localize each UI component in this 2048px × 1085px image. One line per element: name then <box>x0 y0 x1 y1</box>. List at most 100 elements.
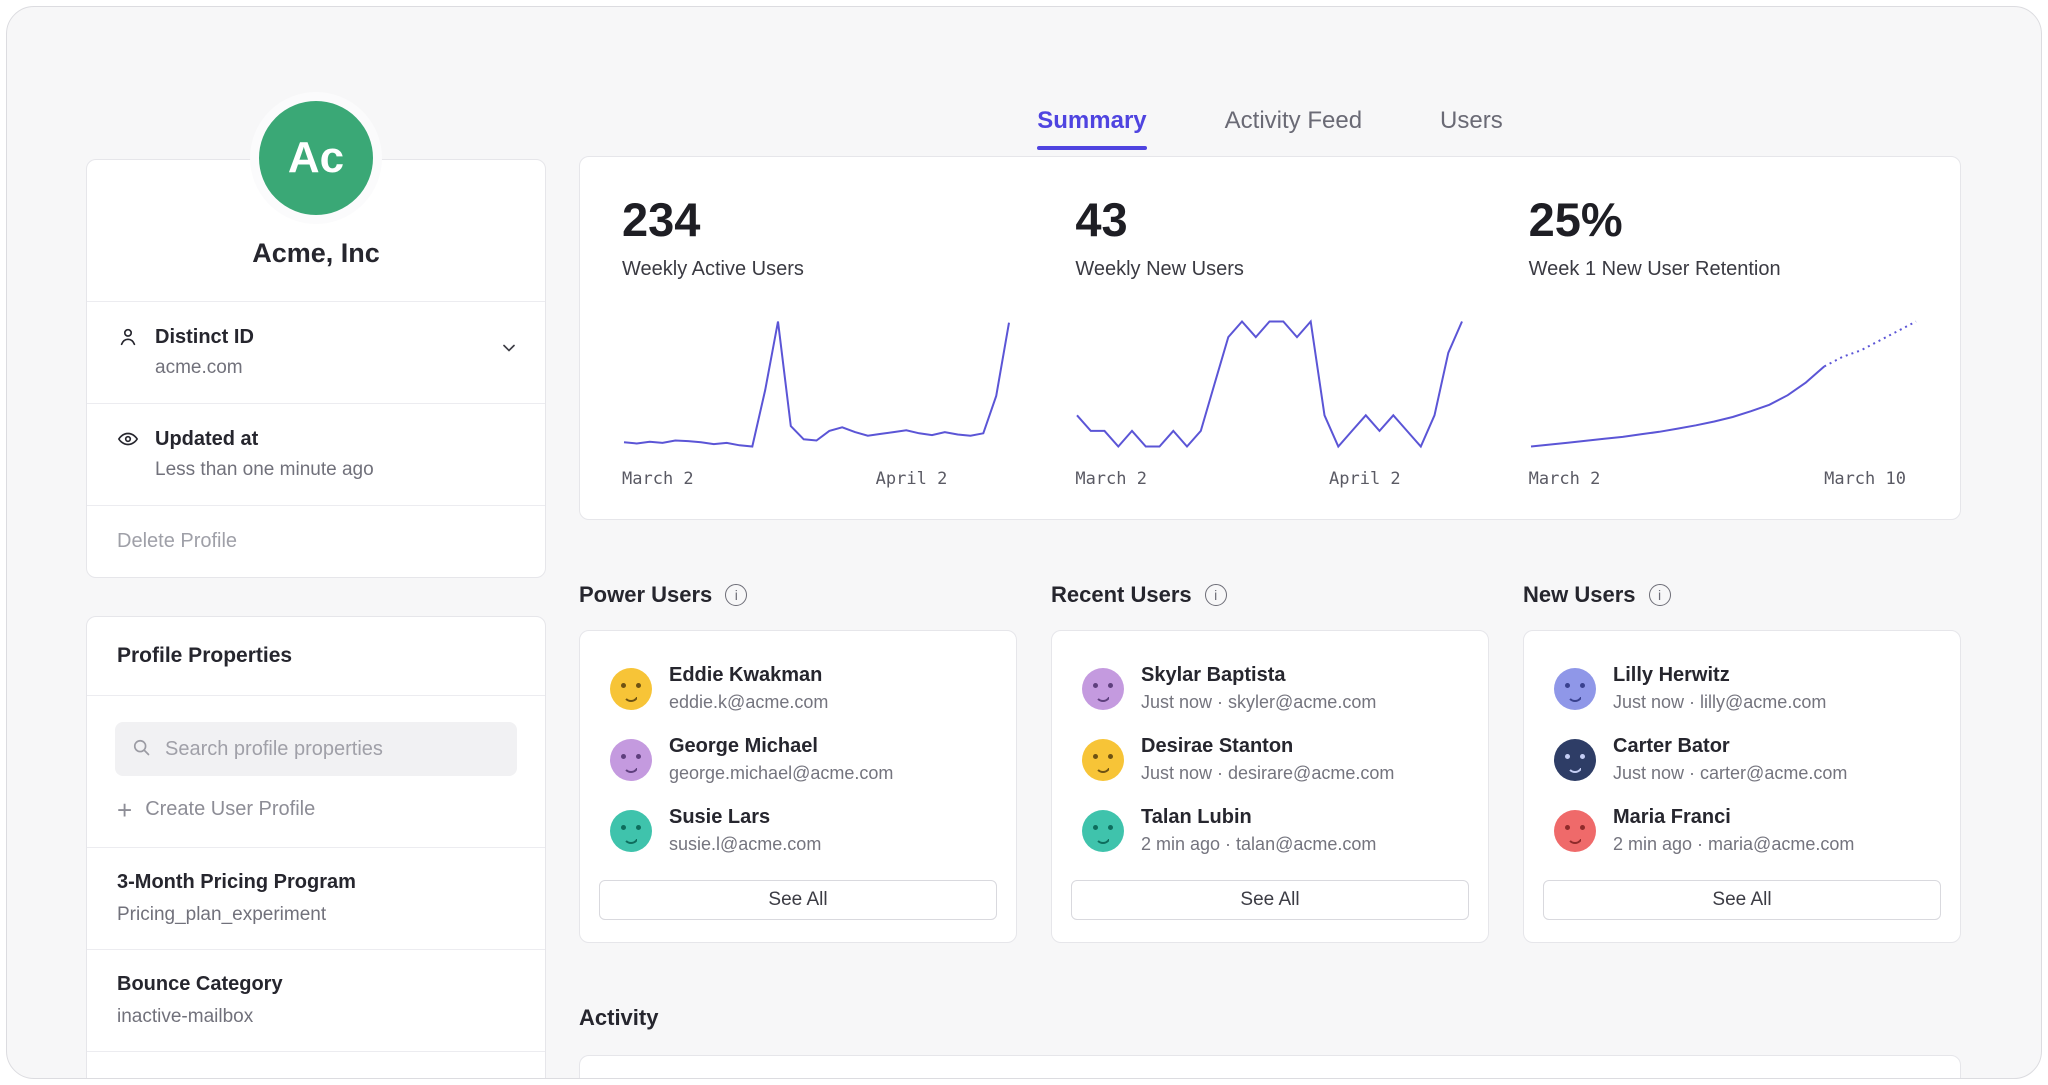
user-avatar <box>1082 810 1124 852</box>
property-label: Bounce Category <box>117 973 515 996</box>
search-icon <box>131 737 151 762</box>
property-row: 3-Month Pricing Program Pricing_plan_exp… <box>87 847 545 949</box>
profile-properties-title: Profile Properties <box>87 617 545 696</box>
user-row[interactable]: Maria Franci 2 min ago · maria@acme.com <box>1538 795 1946 866</box>
user-row[interactable]: Eddie Kwakman eddie.k@acme.com <box>594 653 1002 724</box>
updated-at-label: Updated at <box>155 428 374 451</box>
user-row[interactable]: Desirae Stanton Just now · desirare@acme… <box>1066 724 1474 795</box>
person-icon <box>117 326 141 353</box>
eye-icon <box>117 428 141 455</box>
user-lists-row: Power Users i Eddie Kwakman eddie.k@acme… <box>579 582 1961 943</box>
property-row: Bounce Category inactive-mailbox <box>87 949 545 1051</box>
power-users-section: Power Users i Eddie Kwakman eddie.k@acme… <box>579 582 1017 943</box>
user-avatar <box>1554 668 1596 710</box>
x-axis-ticks: March 2 April 2 <box>622 469 1011 489</box>
section-title: New Users <box>1523 582 1636 608</box>
user-meta: george.michael@acme.com <box>669 763 893 784</box>
see-all-button[interactable]: See All <box>599 880 997 920</box>
summary-stats-card: 234 Weekly Active Users March 2 April 2 … <box>579 156 1961 520</box>
tick-label: April 2 <box>876 469 948 489</box>
tick-label: March 10 <box>1824 469 1906 489</box>
x-axis-ticks: March 2 March 10 <box>1529 469 1918 489</box>
activity-stats-card: 234 940 3.4k <box>579 1055 1961 1079</box>
stat-value: 43 <box>1075 193 1464 247</box>
plus-icon: + <box>117 800 132 820</box>
profile-properties-card: Profile Properties + Create User Profile… <box>86 616 546 1079</box>
user-name: George Michael <box>669 735 893 758</box>
company-name: Acme, Inc <box>87 238 545 269</box>
recent-users-card: Skylar Baptista Just now · skyler@acme.c… <box>1051 630 1489 943</box>
section-title: Recent Users <box>1051 582 1192 608</box>
updated-at-value: Less than one minute ago <box>155 459 374 481</box>
app-frame: Ac Acme, Inc Distinct ID acme.com <box>6 6 2042 1079</box>
user-row[interactable]: Talan Lubin 2 min ago · talan@acme.com <box>1066 795 1474 866</box>
new-users-card: Lilly Herwitz Just now · lilly@acme.com … <box>1523 630 1961 943</box>
weekly-active-users-sparkline <box>622 311 1011 457</box>
see-all-button[interactable]: See All <box>1543 880 1941 920</box>
week1-retention-sparkline <box>1529 311 1918 457</box>
distinct-id-label: Distinct ID <box>155 326 254 349</box>
user-meta: Just now · carter@acme.com <box>1613 763 1847 784</box>
create-user-profile-label: Create User Profile <box>145 798 315 821</box>
user-avatar <box>1082 739 1124 781</box>
user-meta: eddie.k@acme.com <box>669 692 828 713</box>
tick-label: March 2 <box>1529 469 1601 489</box>
user-avatar <box>1554 739 1596 781</box>
user-name: Carter Bator <box>1613 735 1847 758</box>
stat-weekly-new-users: 43 Weekly New Users March 2 April 2 <box>1075 193 1464 489</box>
user-name: Talan Lubin <box>1141 806 1376 829</box>
property-value: inactive-mailbox <box>117 1006 515 1028</box>
user-name: Skylar Baptista <box>1141 664 1376 687</box>
tab-bar: Summary Activity Feed Users <box>579 107 1961 150</box>
user-row[interactable]: Carter Bator Just now · carter@acme.com <box>1538 724 1946 795</box>
user-avatar <box>1554 810 1596 852</box>
user-row[interactable]: Susie Lars susie.l@acme.com <box>594 795 1002 866</box>
chevron-down-icon[interactable] <box>499 338 519 363</box>
stat-label: Week 1 New User Retention <box>1529 258 1918 281</box>
user-avatar <box>610 739 652 781</box>
info-icon[interactable]: i <box>725 584 747 606</box>
user-avatar <box>610 668 652 710</box>
activity-title: Activity <box>579 1005 1961 1031</box>
user-meta: Just now · lilly@acme.com <box>1613 692 1826 713</box>
distinct-id-row[interactable]: Distinct ID acme.com <box>87 301 545 403</box>
user-row[interactable]: George Michael george.michael@acme.com <box>594 724 1002 795</box>
create-user-profile-button[interactable]: + Create User Profile <box>117 798 515 821</box>
tab-activity-feed[interactable]: Activity Feed <box>1225 107 1362 150</box>
user-row[interactable]: Lilly Herwitz Just now · lilly@acme.com <box>1538 653 1946 724</box>
profile-sidebar: Ac Acme, Inc Distinct ID acme.com <box>86 7 546 1078</box>
property-label: Browser <box>117 1075 515 1079</box>
stat-label: Weekly New Users <box>1075 258 1464 281</box>
tab-summary[interactable]: Summary <box>1037 107 1146 150</box>
see-all-button[interactable]: See All <box>1071 880 1469 920</box>
user-meta: susie.l@acme.com <box>669 834 821 855</box>
new-users-section: New Users i Lilly Herwitz Just now · lil… <box>1523 582 1961 943</box>
user-meta: 2 min ago · maria@acme.com <box>1613 834 1854 855</box>
main-content: Summary Activity Feed Users 234 Weekly A… <box>579 7 1961 1078</box>
tick-label: March 2 <box>622 469 694 489</box>
tab-users[interactable]: Users <box>1440 107 1503 150</box>
property-label: 3-Month Pricing Program <box>117 871 515 894</box>
user-name: Susie Lars <box>669 806 821 829</box>
user-avatar <box>610 810 652 852</box>
user-meta: Just now · desirare@acme.com <box>1141 763 1394 784</box>
distinct-id-texts: Distinct ID acme.com <box>155 326 254 379</box>
info-icon[interactable]: i <box>1649 584 1671 606</box>
page: Ac Acme, Inc Distinct ID acme.com <box>0 0 2048 1085</box>
stat-value: 234 <box>622 193 1011 247</box>
user-name: Lilly Herwitz <box>1613 664 1826 687</box>
updated-at-row: Updated at Less than one minute ago <box>87 403 545 505</box>
user-row[interactable]: Skylar Baptista Just now · skyler@acme.c… <box>1066 653 1474 724</box>
profile-properties-search[interactable] <box>115 722 517 776</box>
search-profile-properties-input[interactable] <box>163 737 501 762</box>
stat-week1-retention: 25% Week 1 New User Retention March 2 Ma… <box>1529 193 1918 489</box>
stat-value: 25% <box>1529 193 1918 247</box>
stat-label: Weekly Active Users <box>622 258 1011 281</box>
user-name: Maria Franci <box>1613 806 1854 829</box>
updated-at-texts: Updated at Less than one minute ago <box>155 428 374 481</box>
x-axis-ticks: March 2 April 2 <box>1075 469 1464 489</box>
delete-profile-button[interactable]: Delete Profile <box>87 505 545 577</box>
info-icon[interactable]: i <box>1205 584 1227 606</box>
user-avatar <box>1082 668 1124 710</box>
user-meta: Just now · skyler@acme.com <box>1141 692 1376 713</box>
